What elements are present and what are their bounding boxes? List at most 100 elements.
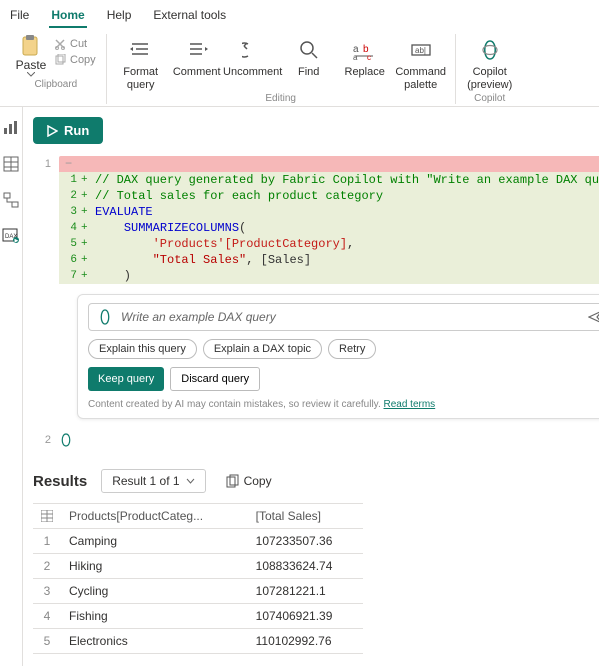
table-corner[interactable] (33, 504, 61, 529)
svg-text:c: c (367, 53, 371, 60)
code-collapse-row[interactable]: − (59, 156, 599, 172)
discard-query-button[interactable]: Discard query (170, 367, 260, 391)
line2-gutter: 2 (33, 434, 51, 446)
ribbon-group-editing: Format query Comment Uncomment Find abac… (107, 34, 456, 104)
paste-icon (20, 34, 42, 58)
code-editor[interactable]: 1 − 1+// DAX query generated by Fabric C… (33, 156, 599, 284)
cut-label: Cut (70, 38, 87, 50)
suggestion-chips: Explain this query Explain a DAX topic R… (88, 339, 599, 359)
row-number: 2 (33, 554, 61, 579)
copilot-icon (479, 39, 501, 61)
diff-plus-icon: + (81, 190, 91, 202)
copilot-disclaimer: Content created by AI may contain mistak… (88, 399, 599, 410)
diff-plus-icon: + (81, 222, 91, 234)
comment-button[interactable]: Comment (169, 34, 225, 79)
menu-home[interactable]: Home (49, 4, 86, 28)
table-row[interactable]: 1Camping107233507.36 (33, 529, 363, 554)
table-row[interactable]: 5Electronics110102992.76 (33, 629, 363, 654)
keep-query-button[interactable]: Keep query (88, 367, 164, 391)
find-button[interactable]: Find (281, 34, 337, 79)
menu-help[interactable]: Help (105, 4, 134, 28)
replace-button[interactable]: abac Replace (337, 34, 393, 79)
ribbon: Paste Cut Copy Clipboard Format query (0, 28, 599, 107)
code-line[interactable]: 7+ ) (59, 268, 599, 284)
row-number: 5 (33, 629, 61, 654)
results-dropdown[interactable]: Result 1 of 1 (101, 469, 205, 493)
diff-plus-icon: + (81, 174, 91, 186)
send-icon[interactable] (588, 309, 599, 325)
copilot-line-icon[interactable] (59, 433, 73, 447)
code-line[interactable]: 2+// Total sales for each product catego… (59, 188, 599, 204)
paste-label: Paste (16, 58, 47, 72)
copilot-actions: Keep query Discard query (88, 367, 599, 391)
chip-explain-query[interactable]: Explain this query (88, 339, 197, 359)
run-button[interactable]: Run (33, 117, 103, 144)
table-row[interactable]: 3Cycling107281221.1 (33, 579, 363, 604)
results-dropdown-label: Result 1 of 1 (112, 474, 179, 488)
grid-icon (41, 510, 53, 522)
copilot-input[interactable] (121, 310, 580, 324)
paste-button[interactable]: Paste (12, 34, 50, 77)
svg-text:a: a (353, 53, 358, 60)
chip-retry[interactable]: Retry (328, 339, 376, 359)
results-title: Results (33, 473, 87, 490)
code-line[interactable]: 4+ SUMMARIZECOLUMNS( (59, 220, 599, 236)
row-number: 3 (33, 579, 61, 604)
cell-totalsales: 107406921.39 (248, 604, 363, 629)
format-query-button[interactable]: Format query (113, 34, 169, 91)
diff-plus-icon: + (81, 206, 91, 218)
rail-model[interactable] (0, 189, 22, 211)
code-text: EVALUATE (91, 204, 599, 220)
rail-table[interactable] (0, 153, 22, 175)
uncomment-label: Uncomment (223, 66, 282, 79)
results-section: Results Result 1 of 1 Copy Products[Prod… (33, 469, 599, 654)
menu-bar: File Home Help External tools (0, 0, 599, 28)
cell-category: Electronics (61, 629, 248, 654)
dax-icon: DAX▶ (2, 228, 20, 244)
collapse-icon: − (65, 157, 72, 171)
table-row[interactable]: 4Fishing107406921.39 (33, 604, 363, 629)
chevron-down-icon (186, 478, 195, 484)
copy-results-button[interactable]: Copy (220, 470, 278, 492)
code-line[interactable]: 6+ "Total Sales", [Sales] (59, 252, 599, 268)
editing-group-label: Editing (265, 93, 296, 104)
chip-explain-topic[interactable]: Explain a DAX topic (203, 339, 322, 359)
cell-totalsales: 108833624.74 (248, 554, 363, 579)
cell-category: Cycling (61, 579, 248, 604)
comment-icon (186, 41, 208, 59)
code-line[interactable]: 3+EVALUATE (59, 204, 599, 220)
run-label: Run (64, 123, 89, 138)
col-header-totalsales[interactable]: [Total Sales] (248, 504, 363, 529)
code-line[interactable]: 1+// DAX query generated by Fabric Copil… (59, 172, 599, 188)
menu-external-tools[interactable]: External tools (151, 4, 228, 28)
code-line[interactable]: 5+ 'Products'[ProductCategory], (59, 236, 599, 252)
table-row[interactable]: 2Hiking108833624.74 (33, 554, 363, 579)
rail-chart[interactable] (0, 117, 22, 139)
copy-button[interactable]: Copy (50, 52, 100, 68)
menu-file[interactable]: File (8, 4, 31, 28)
code-text: // Total sales for each product category (91, 188, 599, 204)
col-header-category[interactable]: Products[ProductCateg... (61, 504, 248, 529)
play-icon (47, 125, 58, 137)
command-palette-icon: ab| (410, 41, 432, 59)
format-icon (130, 41, 152, 59)
rail-dax[interactable]: DAX▶ (0, 225, 22, 247)
uncomment-button[interactable]: Uncomment (225, 34, 281, 79)
copilot-icon (97, 309, 113, 325)
command-palette-button[interactable]: ab| Command palette (393, 34, 449, 91)
ribbon-group-copilot: Copilot (preview) Copilot (456, 34, 524, 104)
find-label: Find (298, 66, 319, 79)
code-line-number: 4 (59, 222, 81, 234)
cut-button[interactable]: Cut (50, 36, 100, 52)
cell-category: Fishing (61, 604, 248, 629)
code-line-number: 3 (59, 206, 81, 218)
code-text: // DAX query generated by Fabric Copilot… (91, 172, 599, 188)
replace-icon: abac (353, 40, 377, 60)
code-block: − 1+// DAX query generated by Fabric Cop… (59, 156, 599, 284)
cell-totalsales: 107233507.36 (248, 529, 363, 554)
uncomment-icon (242, 41, 264, 59)
editor-line-2: 2 (33, 433, 599, 447)
read-terms-link[interactable]: Read terms (384, 399, 436, 410)
copilot-group-label: Copilot (474, 93, 505, 104)
copilot-button[interactable]: Copilot (preview) (462, 34, 518, 91)
